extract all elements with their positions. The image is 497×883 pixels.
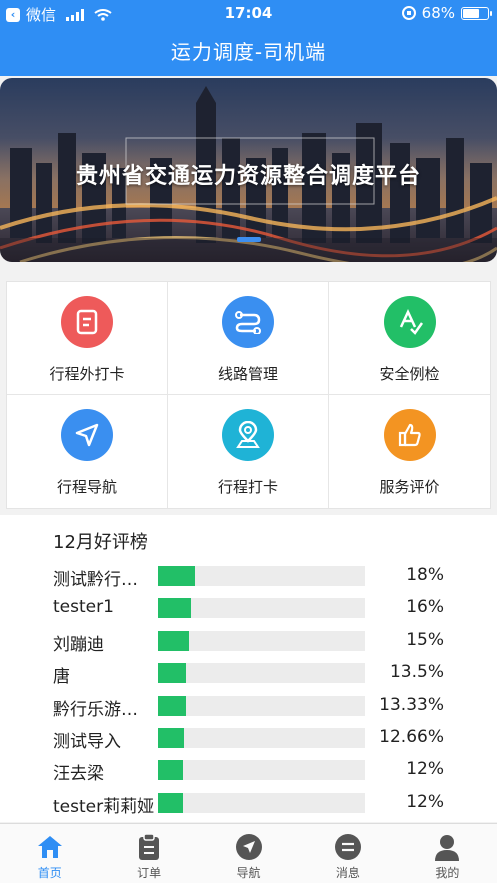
home-icon (35, 832, 65, 862)
page-title: 运力调度-司机端 (170, 40, 327, 64)
ranking-driver-name: tester1 (53, 597, 114, 618)
status-bar: ‹ 微信 17:04 68% (0, 0, 497, 26)
function-grid: 行程外打卡 线路管理 安全例检 行程导航 行程打卡 服务评价 (6, 281, 491, 509)
location-pin-icon (222, 409, 274, 461)
ranking-bar-track (158, 792, 365, 813)
user-icon (432, 832, 462, 862)
ranking-row: 唐 13.5% (0, 660, 497, 688)
ranking-bar-fill (158, 695, 186, 716)
menu-item-label: 线路管理 (217, 365, 278, 383)
menu-item-label: 行程打卡 (217, 478, 278, 496)
ranking-bar-track (158, 630, 365, 651)
ranking-bar-fill (158, 728, 185, 748)
ranking-row: 黔行乐游… 13.33% (0, 693, 497, 720)
tab-profile[interactable]: 我的 (398, 824, 497, 883)
ranking-row: 测试黔行… 18% (0, 563, 497, 590)
ranking-percent: 12% (406, 759, 444, 780)
tab-messages[interactable]: 消息 (298, 824, 397, 883)
ranking-driver-name: 汪去梁 (53, 764, 104, 785)
status-right: 68% (401, 4, 492, 22)
ranking-percent: 12.66% (379, 727, 444, 747)
ranking-bar-fill (158, 566, 196, 586)
ranking-percent: 13.33% (379, 694, 444, 715)
ranking-bar-fill (158, 598, 192, 619)
ranking-driver-name: 测试导入 (53, 732, 121, 752)
menu-item-service-rating[interactable]: 服务评价 (329, 395, 490, 508)
rotation-lock-icon (401, 6, 416, 20)
clipboard-icon (134, 832, 164, 862)
ranking-title: 12月好评榜 (53, 532, 148, 553)
ranking-row: 汪去梁 12% (0, 757, 497, 785)
ranking-driver-name: 黔行乐游… (53, 699, 138, 720)
ranking-percent: 12% (406, 791, 444, 812)
safety-check-icon (383, 296, 436, 348)
ranking-percent: 16% (406, 597, 444, 618)
ranking-bar-fill (158, 630, 190, 651)
tab-orders[interactable]: 订单 (99, 824, 198, 883)
menu-item-trip-checkin[interactable]: 行程打卡 (168, 395, 329, 508)
battery-percent: 68% (421, 4, 455, 22)
ranking-driver-name: 刘蹦迪 (53, 634, 104, 655)
ranking-bar-fill (158, 663, 186, 684)
ranking-driver-name: 唐 (53, 667, 70, 688)
battery-icon (461, 6, 492, 20)
ranking-percent: 18% (406, 565, 444, 585)
ranking-bar-fill (158, 792, 183, 813)
ranking-row: 刘蹦迪 15% (0, 628, 497, 655)
menu-item-label: 行程外打卡 (49, 365, 125, 383)
menu-item-label: 行程导航 (56, 478, 117, 496)
tab-label: 导航 (236, 866, 261, 880)
menu-item-label: 服务评价 (379, 478, 440, 496)
menu-item-offtrip-checkin[interactable]: 行程外打卡 (7, 282, 168, 395)
tab-label: 订单 (137, 866, 162, 880)
ranking-bar-track (158, 695, 365, 716)
ranking-row: 测试导入 12.66% (0, 725, 497, 752)
ranking-bar-track (158, 760, 365, 781)
ranking-percent: 15% (406, 629, 444, 650)
tab-label: 我的 (435, 866, 460, 880)
menu-item-label: 安全例检 (379, 365, 440, 383)
tab-label: 消息 (335, 866, 360, 880)
document-icon (61, 296, 113, 348)
ranking-panel: 12月好评榜 测试黔行… 18% tester1 16% 刘蹦迪 15% 唐 13.5% 黔行乐… (0, 515, 497, 822)
message-icon (333, 832, 363, 862)
ranking-bar-track (158, 566, 365, 586)
navigation-icon (61, 409, 113, 461)
bottom-tab-bar: 首页 订单 导航 消息 我的 (0, 823, 497, 883)
menu-item-route-management[interactable]: 线路管理 (168, 282, 329, 395)
ranking-percent: 13.5% (389, 662, 444, 683)
route-icon (222, 296, 274, 348)
menu-item-trip-navigation[interactable]: 行程导航 (7, 395, 168, 508)
ranking-row: tester1 16% (0, 595, 497, 619)
ranking-driver-name: tester莉莉娅 (53, 796, 155, 817)
ranking-bar-fill (158, 760, 183, 781)
menu-item-safety-check[interactable]: 安全例检 (329, 282, 490, 395)
tab-label: 首页 (37, 866, 62, 880)
ranking-row: tester莉莉娅 12% (0, 790, 497, 817)
ranking-bar-track (158, 598, 365, 619)
compass-icon (234, 832, 264, 862)
ranking-bar-track (158, 663, 365, 684)
thumbs-up-icon (383, 409, 436, 461)
carousel-indicator[interactable] (237, 237, 261, 242)
ranking-bar-track (158, 728, 365, 748)
banner-title: 贵州省交通运力资源整合调度平台 (75, 164, 421, 189)
tab-home[interactable]: 首页 (0, 824, 99, 883)
app-header: ‹ 微信 17:04 68% 运力调度-司机端 (0, 0, 497, 76)
tab-navigation[interactable]: 导航 (199, 824, 298, 883)
ranking-driver-name: 测试黔行… (53, 570, 138, 590)
